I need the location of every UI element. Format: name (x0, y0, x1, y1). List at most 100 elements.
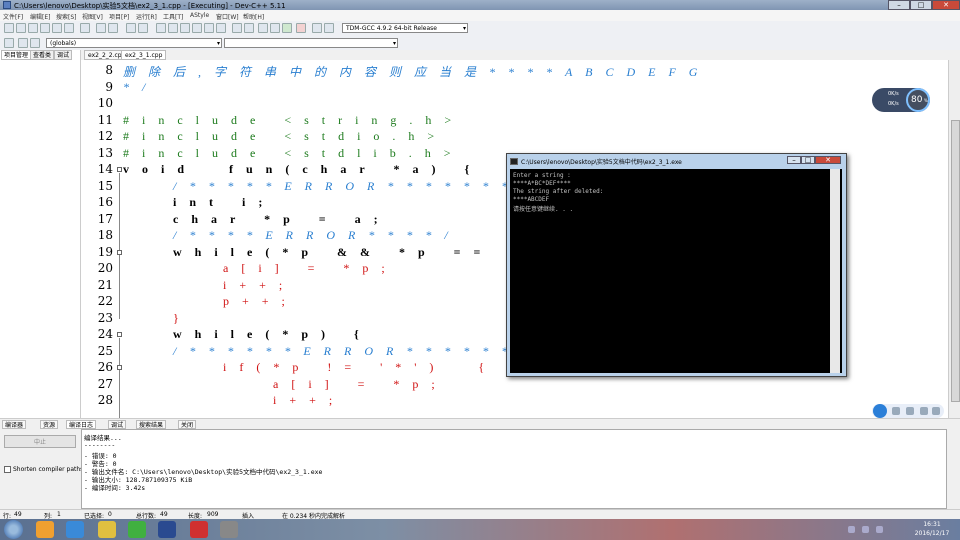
debug-icon[interactable] (204, 23, 214, 33)
devcpp-icon[interactable] (158, 521, 176, 538)
close-button[interactable]: ✕ (932, 0, 960, 10)
delete-icon[interactable] (296, 23, 306, 33)
line-number: 19 (97, 245, 113, 259)
new-project-icon[interactable] (232, 23, 242, 33)
insert-icon[interactable] (258, 23, 268, 33)
tab-compiler[interactable]: 编译器 (2, 420, 27, 429)
clock-date: 2016/12/17 (914, 530, 950, 537)
ie-icon[interactable] (66, 521, 84, 538)
shorten-paths-checkbox[interactable] (4, 466, 11, 473)
class-icon[interactable] (30, 38, 40, 48)
volume-icon[interactable] (862, 526, 869, 533)
code-line: a [ i ] = * p ; (223, 261, 390, 275)
brush-icon[interactable] (906, 407, 914, 415)
explorer-icon[interactable] (36, 521, 54, 538)
tab-ex2-3-1[interactable]: ex2_3_1.cpp (121, 50, 167, 60)
open-file-icon[interactable] (16, 23, 26, 33)
profile-icon[interactable] (324, 23, 334, 33)
code-line: / * * * * E R R O R * * * * / (173, 228, 453, 242)
close-file-icon[interactable] (52, 23, 62, 33)
save-icon[interactable] (28, 23, 38, 33)
tray-icon[interactable] (848, 526, 855, 533)
tab-search-results[interactable]: 搜索结果 (136, 420, 167, 429)
menu-view[interactable]: 视图[V] (82, 12, 103, 21)
menu-edit[interactable]: 编辑[E] (30, 12, 50, 21)
find-icon[interactable] (126, 23, 136, 33)
tab-project[interactable]: 项目管理 (1, 50, 32, 60)
compile-icon[interactable] (156, 23, 166, 33)
console-scrollbar[interactable] (830, 169, 840, 373)
new-file-icon[interactable] (4, 23, 14, 33)
browser-icon[interactable] (128, 521, 146, 538)
menu-file[interactable]: 文件[F] (3, 12, 23, 21)
chevron-down-icon: ▾ (392, 40, 396, 47)
maximize-button[interactable]: □ (910, 0, 932, 10)
tab-classes[interactable]: 查看类 (30, 50, 55, 60)
redo-icon[interactable] (108, 23, 118, 33)
toggle-icon[interactable] (270, 23, 280, 33)
line-number: 16 (97, 195, 113, 209)
cpu-gauge: 80 % (906, 88, 930, 112)
editor-scrollbar[interactable] (948, 60, 960, 418)
project-options-icon[interactable] (244, 23, 254, 33)
stop-icon[interactable] (216, 23, 226, 33)
compiler-select[interactable]: TDM-GCC 4.9.2 64-bit Release ▾ (342, 23, 468, 33)
col-value: 1 (57, 511, 61, 518)
scrollbar-thumb[interactable] (951, 120, 960, 402)
code-line: # i n c l u d e < s t r i n g . h > (123, 113, 457, 127)
scissors-icon[interactable] (892, 407, 900, 415)
log-line: -------- (84, 441, 116, 449)
bell-icon[interactable] (920, 407, 928, 415)
clock-time: 16:31 (923, 521, 941, 528)
goto-icon[interactable] (18, 38, 28, 48)
console-window[interactable]: C:\Users\lenovo\Desktop\实验5文档中代码\ex2_3_1… (506, 153, 847, 377)
check-icon[interactable] (282, 23, 292, 33)
close-all-icon[interactable] (64, 23, 74, 33)
abort-button[interactable]: 中止 (4, 435, 76, 448)
console-minimize-button[interactable]: – (787, 156, 801, 164)
tab-compile-log[interactable]: 编译日志 (66, 420, 97, 429)
bookmark-icon[interactable] (4, 38, 14, 48)
fold-toggle-icon[interactable] (117, 365, 122, 370)
chart-icon[interactable] (312, 23, 322, 33)
speaker-icon[interactable] (932, 407, 940, 415)
start-button[interactable] (4, 520, 23, 539)
code-line: p + + ; (223, 294, 290, 308)
code-line: w h i l e ( * p ) { (173, 327, 364, 341)
menu-help[interactable]: 帮助[H] (243, 12, 264, 21)
fold-toggle-icon[interactable] (117, 167, 122, 172)
fold-toggle-icon[interactable] (117, 250, 122, 255)
tab-resources[interactable]: 资源 (40, 420, 59, 429)
menu-project[interactable]: 项目[P] (109, 12, 129, 21)
tab-debug-output[interactable]: 调试 (108, 420, 127, 429)
music-icon[interactable] (190, 521, 208, 538)
chevron-down-icon: ▾ (216, 40, 220, 47)
console-line: The string after deleted: (513, 188, 604, 195)
tab-debug[interactable]: 调试 (54, 50, 73, 60)
console-line: Enter a string : (513, 172, 571, 179)
menu-window[interactable]: 窗口[W] (216, 12, 239, 21)
menu-astyle[interactable]: AStyle (190, 12, 209, 19)
fold-toggle-icon[interactable] (117, 332, 122, 337)
compile-run-icon[interactable] (180, 23, 190, 33)
scope-select[interactable]: (globals) ▾ (46, 38, 222, 48)
console-task-icon[interactable] (220, 521, 238, 538)
folder-icon[interactable] (98, 521, 116, 538)
menu-tools[interactable]: 工具[T] (163, 12, 183, 21)
minimize-button[interactable]: – (888, 0, 910, 10)
network-icon[interactable] (876, 526, 883, 533)
menu-run[interactable]: 运行[R] (136, 12, 157, 21)
undo-icon[interactable] (96, 23, 106, 33)
console-maximize-button[interactable]: □ (801, 156, 815, 164)
console-close-button[interactable]: ✕ (815, 156, 841, 164)
console-line: 请按任意键继续. . . (513, 206, 577, 213)
search-icon[interactable] (873, 404, 887, 418)
replace-icon[interactable] (138, 23, 148, 33)
rebuild-icon[interactable] (192, 23, 202, 33)
menu-search[interactable]: 搜索[S] (56, 12, 77, 21)
print-icon[interactable] (80, 23, 90, 33)
save-all-icon[interactable] (40, 23, 50, 33)
run-icon[interactable] (168, 23, 178, 33)
member-select[interactable]: ▾ (224, 38, 398, 48)
tab-close[interactable]: 关闭 (178, 420, 197, 429)
